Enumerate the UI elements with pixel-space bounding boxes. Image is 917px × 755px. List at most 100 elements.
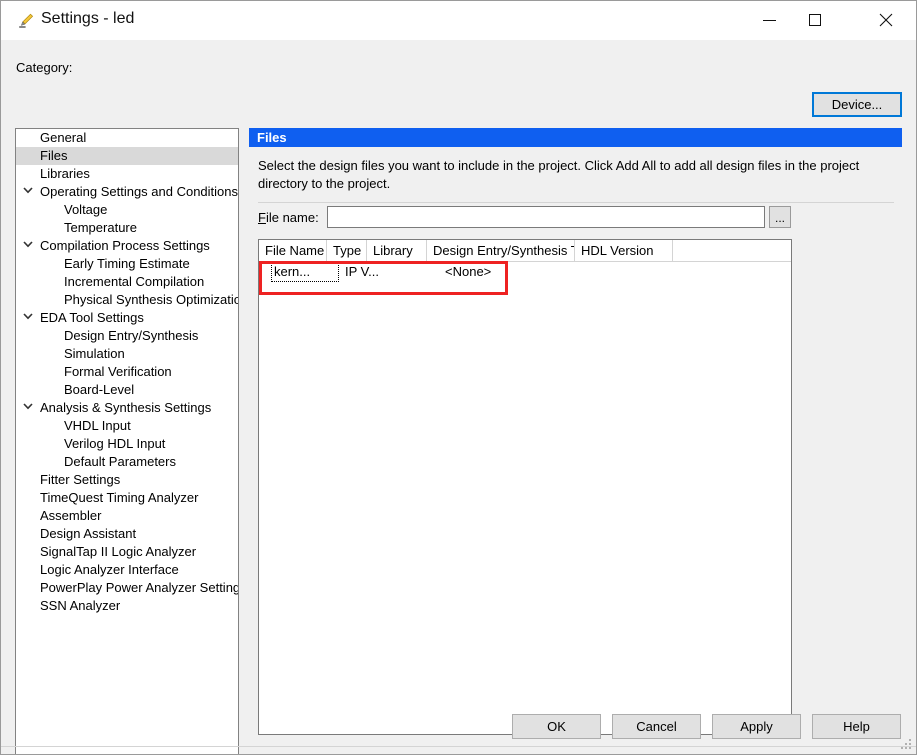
ok-button-label: OK	[547, 719, 566, 734]
chevron-down-icon[interactable]	[22, 309, 36, 327]
category-item-general[interactable]: General	[16, 129, 238, 147]
settings-dialog: Settings - led Category: Device... Gener…	[0, 0, 917, 755]
category-item-logic-analyzer-interface[interactable]: Logic Analyzer Interface	[16, 561, 238, 579]
category-item-label: Analysis & Synthesis Settings	[40, 400, 212, 415]
file-list-row[interactable]: kern... IP V... <None>	[259, 262, 791, 282]
title-bar: Settings - led	[1, 1, 916, 40]
file-list-column-header[interactable]	[673, 240, 791, 261]
file-list-column-header[interactable]: File Name	[259, 240, 327, 261]
category-item-simulation[interactable]: Simulation	[16, 345, 238, 363]
file-list[interactable]: File Name Type Library Design Entry/Synthes…	[258, 239, 792, 735]
category-item-label: VHDL Input	[64, 418, 131, 433]
category-item-design-entry-synthesis[interactable]: Design Entry/Synthesis	[16, 327, 238, 345]
window-title: Settings - led	[41, 10, 135, 27]
close-button[interactable]	[863, 1, 909, 39]
file-name-input[interactable]	[327, 206, 765, 228]
file-name-label: File name:	[258, 210, 319, 225]
resize-grip[interactable]	[900, 738, 913, 751]
category-tree[interactable]: General Files Libraries Operating Settings …	[15, 128, 239, 754]
minimize-icon	[762, 19, 776, 21]
pencil-icon	[16, 11, 36, 31]
maximize-button[interactable]	[792, 1, 838, 39]
files-panel: Files Select the design files you want t…	[249, 128, 902, 743]
category-item-files[interactable]: Files	[16, 147, 238, 165]
category-item-formal-verification[interactable]: Formal Verification	[16, 363, 238, 381]
category-item-label: Formal Verification	[64, 364, 172, 379]
category-item-analysis-synthesis-settings[interactable]: Analysis & Synthesis Settings	[16, 399, 238, 417]
category-item-label: Design Entry/Synthesis	[64, 328, 199, 343]
category-item-label: Files	[40, 148, 68, 163]
category-item-compilation-process-settings[interactable]: Compilation Process Settings	[16, 237, 238, 255]
category-item-label: Simulation	[64, 346, 125, 361]
file-list-cell-file-name[interactable]: kern...	[271, 262, 339, 282]
ok-button[interactable]: OK	[512, 714, 601, 739]
category-item-design-assistant[interactable]: Design Assistant	[16, 525, 238, 543]
file-list-cell-type[interactable]: IP V...	[339, 262, 379, 282]
category-item-label: Fitter Settings	[40, 472, 121, 487]
apply-button[interactable]: Apply	[712, 714, 801, 739]
category-item-label: EDA Tool Settings	[40, 310, 144, 325]
category-item-label: Voltage	[64, 202, 108, 217]
category-label: Category:	[16, 60, 73, 75]
category-item-eda-tool-settings[interactable]: EDA Tool Settings	[16, 309, 238, 327]
category-item-vhdl-input[interactable]: VHDL Input	[16, 417, 238, 435]
category-item-label: Physical Synthesis Optimization	[64, 292, 238, 307]
category-item-label: General	[40, 130, 87, 145]
chevron-down-icon[interactable]	[22, 399, 36, 417]
category-item-timequest-timing-analyzer[interactable]: TimeQuest Timing Analyzer	[16, 489, 238, 507]
files-description: Select the design files you want to incl…	[258, 158, 860, 191]
category-item-temperature[interactable]: Temperature	[16, 219, 238, 237]
category-item-fitter-settings[interactable]: Fitter Settings	[16, 471, 238, 489]
category-tree-list[interactable]: General Files Libraries Operating Settings …	[16, 129, 238, 754]
category-item-label: Incremental Compilation	[64, 274, 205, 289]
device-button-label: Device...	[831, 97, 883, 112]
file-list-body[interactable]: kern... IP V... <None>	[259, 262, 791, 282]
file-list-cell-tool[interactable]: <None>	[439, 262, 587, 282]
category-item-operating-settings-and-conditions[interactable]: Operating Settings and Conditions	[16, 183, 238, 201]
category-item-label: Temperature	[64, 220, 137, 235]
footer-divider	[1, 746, 916, 747]
maximize-icon	[809, 14, 821, 26]
category-item-label: PowerPlay Power Analyzer Settings	[40, 580, 238, 595]
category-item-verilog-hdl-input[interactable]: Verilog HDL Input	[16, 435, 238, 453]
category-item-voltage[interactable]: Voltage	[16, 201, 238, 219]
category-item-incremental-compilation[interactable]: Incremental Compilation	[16, 273, 238, 291]
file-list-column-header[interactable]: HDL Version	[575, 240, 673, 261]
file-list-cell-hdl-version[interactable]	[587, 262, 685, 282]
cancel-button[interactable]: Cancel	[612, 714, 701, 739]
minimize-button[interactable]	[746, 1, 792, 39]
category-item-label: Logic Analyzer Interface	[40, 562, 179, 577]
category-item-board-level[interactable]: Board-Level	[16, 381, 238, 399]
files-panel-title: Files	[249, 128, 902, 147]
category-item-ssn-analyzer[interactable]: SSN Analyzer	[16, 597, 238, 615]
category-item-label: SSN Analyzer	[40, 598, 121, 613]
category-item-libraries[interactable]: Libraries	[16, 165, 238, 183]
chevron-down-icon[interactable]	[22, 183, 36, 201]
chevron-down-icon[interactable]	[22, 237, 36, 255]
category-item-default-parameters[interactable]: Default Parameters	[16, 453, 238, 471]
apply-button-label: Apply	[740, 719, 773, 734]
category-item-early-timing-estimate[interactable]: Early Timing Estimate	[16, 255, 238, 273]
device-button[interactable]: Device...	[812, 92, 902, 117]
file-list-cell-pad[interactable]	[685, 262, 791, 282]
category-item-powerplay-power-analyzer-settings[interactable]: PowerPlay Power Analyzer Settings	[16, 579, 238, 597]
cancel-button-label: Cancel	[636, 719, 677, 734]
file-list-column-header[interactable]: Type	[327, 240, 367, 261]
file-list-header: File Name Type Library Design Entry/Synthes…	[259, 240, 791, 262]
category-item-label: SignalTap II Logic Analyzer	[40, 544, 197, 559]
category-item-signaltap-ii-logic-analyzer[interactable]: SignalTap II Logic Analyzer	[16, 543, 238, 561]
dialog-body: Category: Device... General Files Librarie…	[1, 40, 916, 754]
file-list-column-header[interactable]: Library	[367, 240, 427, 261]
file-list-cell-library[interactable]	[379, 262, 439, 282]
file-list-column-header[interactable]: Design Entry/Synthesis Tool	[427, 240, 575, 261]
category-item-label: Design Assistant	[40, 526, 137, 541]
category-item-label: Default Parameters	[64, 454, 176, 469]
browse-button[interactable]: ...	[769, 206, 791, 228]
category-item-physical-synthesis-optimization[interactable]: Physical Synthesis Optimization	[16, 291, 238, 309]
category-item-label: Libraries	[40, 166, 90, 181]
category-item-assembler[interactable]: Assembler	[16, 507, 238, 525]
category-item-label: Compilation Process Settings	[40, 238, 210, 253]
browse-button-label: ...	[774, 211, 785, 225]
help-button[interactable]: Help	[812, 714, 901, 739]
category-item-label: TimeQuest Timing Analyzer	[40, 490, 199, 505]
